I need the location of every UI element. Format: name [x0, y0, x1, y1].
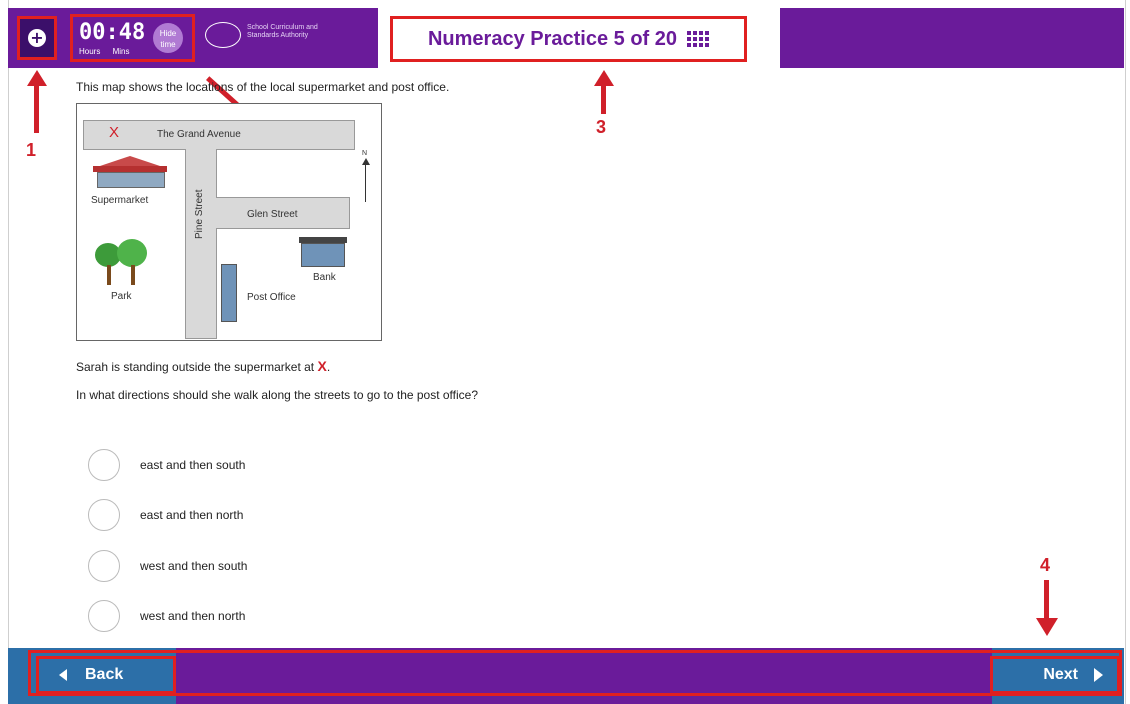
timer: 00:48 Hours Mins Hide time — [70, 14, 195, 62]
grid-menu-icon[interactable] — [687, 31, 710, 47]
radio-button[interactable] — [88, 499, 120, 531]
arrow-3-head — [594, 70, 614, 86]
pine-street-label: Pine Street — [194, 189, 205, 239]
radio-button[interactable] — [88, 550, 120, 582]
radio-button[interactable] — [88, 600, 120, 632]
pine-street — [185, 149, 217, 339]
north-arrow-head — [362, 158, 370, 165]
timer-units: Hours Mins — [79, 47, 139, 56]
arrow-4 — [1044, 580, 1049, 620]
back-label: Back — [85, 666, 124, 683]
post-office-label: Post Office — [247, 292, 296, 303]
prompt-end: . — [326, 360, 331, 374]
zoom-button[interactable]: + — [17, 16, 57, 60]
annotation-4: 4 — [1040, 555, 1051, 575]
grand-avenue-label: The Grand Avenue — [157, 129, 241, 140]
hide-time-button[interactable]: Hide time — [153, 23, 183, 53]
street-map: X The Grand Avenue Pine Street Glen Stre… — [76, 103, 382, 341]
arrow-1-head — [27, 70, 47, 86]
chevron-left-icon — [59, 669, 67, 681]
page-title-box: Numeracy Practice 5 of 20 — [390, 16, 747, 62]
answer-option[interactable]: east and then north — [88, 498, 243, 532]
answer-option[interactable]: west and then south — [88, 549, 247, 583]
answer-option[interactable]: west and then north — [88, 599, 245, 633]
map-marker-x: X — [109, 124, 120, 141]
option-label: east and then south — [140, 458, 246, 472]
back-button[interactable]: Back — [36, 656, 176, 694]
option-label: west and then north — [140, 609, 246, 623]
page-title: Numeracy Practice 5 of 20 — [427, 27, 678, 50]
mins-label: Mins — [112, 47, 130, 56]
annotation-1: 1 — [26, 140, 37, 160]
park-icon — [93, 239, 153, 287]
glen-street-label: Glen Street — [247, 209, 298, 220]
question-text: In what directions should she walk along… — [76, 388, 479, 402]
north-label: N — [362, 150, 368, 157]
chevron-right-icon — [1094, 668, 1103, 682]
arrow-1 — [34, 78, 39, 133]
annotation-3: 3 — [596, 117, 607, 137]
next-button[interactable]: Next — [990, 656, 1120, 694]
arrow-4-head — [1036, 618, 1058, 636]
authority-logo — [205, 22, 241, 48]
question-intro: This map shows the locations of the loca… — [76, 80, 450, 94]
supermarket-icon — [85, 156, 175, 192]
option-label: west and then south — [140, 559, 248, 573]
radio-button[interactable] — [88, 449, 120, 481]
zoom-in-icon: + — [28, 29, 46, 47]
supermarket-label: Supermarket — [91, 195, 149, 206]
bank-icon — [299, 237, 349, 269]
option-label: east and then north — [140, 508, 244, 522]
bank-label: Bank — [313, 272, 336, 283]
footer-highlight — [28, 650, 1122, 696]
authority-name: School Curriculum and Standards Authorit… — [247, 24, 318, 39]
post-office-icon — [221, 264, 237, 322]
prompt-marker: X — [317, 358, 327, 374]
next-label: Next — [1043, 666, 1078, 683]
question-prompt: Sarah is standing outside the supermarke… — [76, 358, 330, 374]
north-arrow-icon — [365, 160, 366, 202]
hours-label: Hours — [79, 47, 101, 56]
prompt-text: Sarah is standing outside the supermarke… — [76, 360, 315, 374]
timer-digits: 00:48 — [79, 20, 146, 45]
answer-option[interactable]: east and then south — [88, 448, 245, 482]
park-label: Park — [111, 291, 132, 302]
